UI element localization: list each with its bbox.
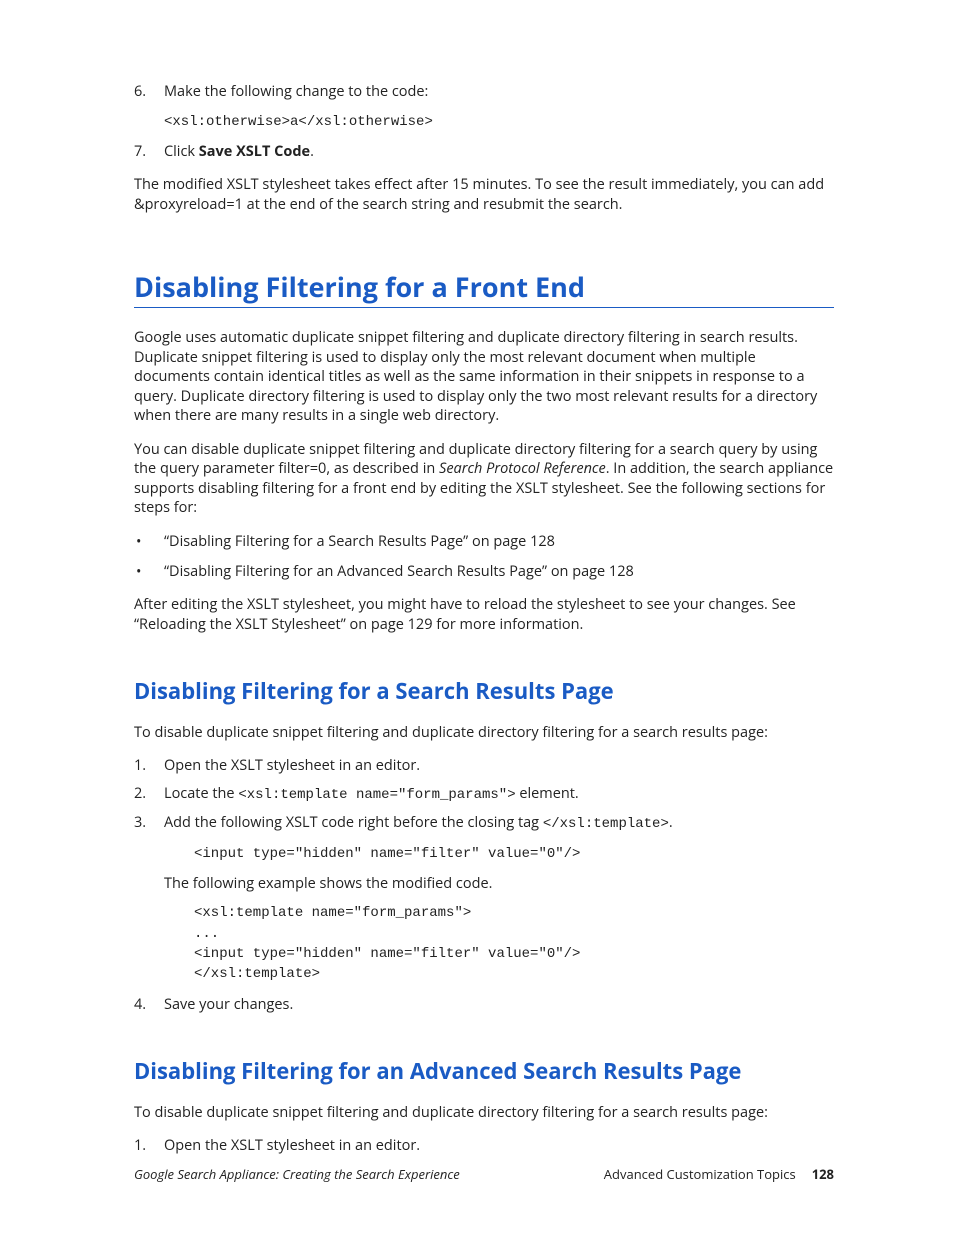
footer-left: Google Search Appliance: Creating the Se… [134, 1165, 460, 1183]
list-body: Save your changes. [164, 995, 834, 1015]
list-item: 3. Add the following XSLT code right bef… [134, 813, 834, 834]
paragraph: The modified XSLT stylesheet takes effec… [134, 175, 834, 214]
text: . [669, 813, 673, 832]
bullet-text: “Disabling Filtering for a Search Result… [164, 532, 555, 552]
list-body: Click Save XSLT Code. [164, 142, 834, 162]
code-block: <xsl:template name="form_params"> ... <i… [194, 903, 834, 984]
list-body: Make the following change to the code: [164, 82, 834, 102]
footer-section: Advanced Customization Topics [604, 1165, 796, 1183]
page-footer: Google Search Appliance: Creating the Se… [134, 1165, 834, 1183]
paragraph: Google uses automatic duplicate snippet … [134, 328, 834, 426]
text: . [310, 142, 314, 161]
text: Locate the [164, 784, 238, 803]
code-block: <input type="hidden" name="filter" value… [194, 844, 834, 864]
bullet-mark: • [134, 562, 164, 582]
list-number: 4. [134, 995, 164, 1015]
list-item: 6. Make the following change to the code… [134, 82, 834, 102]
list-body: Open the XSLT stylesheet in an editor. [164, 756, 834, 776]
list-number: 6. [134, 82, 164, 102]
bold-text: Save XSLT Code [199, 142, 310, 161]
code-inline: </xsl:template> [543, 816, 669, 832]
list-number: 1. [134, 1136, 164, 1156]
heading-2: Disabling Filtering for a Search Results… [134, 678, 834, 704]
code-block: <xsl:otherwise>a</xsl:otherwise> [164, 112, 834, 132]
list-number: 1. [134, 756, 164, 776]
bullet-mark: • [134, 532, 164, 552]
page-number: 128 [812, 1165, 834, 1183]
bullet-item: • “Disabling Filtering for a Search Resu… [134, 532, 834, 552]
bullet-item: • “Disabling Filtering for an Advanced S… [134, 562, 834, 582]
bullet-text: “Disabling Filtering for an Advanced Sea… [164, 562, 634, 582]
list-item: 2. Locate the <xsl:template name="form_p… [134, 784, 834, 805]
sub-paragraph: The following example shows the modified… [164, 874, 834, 894]
list-number: 2. [134, 784, 164, 805]
list-number: 3. [134, 813, 164, 834]
paragraph: To disable duplicate snippet filtering a… [134, 723, 834, 743]
page-content: 6. Make the following change to the code… [0, 0, 954, 1156]
list-item: 1. Open the XSLT stylesheet in an editor… [134, 756, 834, 776]
bullet-list: • “Disabling Filtering for a Search Resu… [134, 532, 834, 581]
italic-text: Search Protocol Reference [439, 459, 606, 478]
section-rule [134, 307, 834, 308]
code-inline: <xsl:template name="form_params"> [238, 787, 515, 803]
paragraph: After editing the XSLT stylesheet, you m… [134, 595, 834, 634]
text: Click [164, 142, 199, 161]
heading-2: Disabling Filtering for an Advanced Sear… [134, 1058, 834, 1084]
paragraph: To disable duplicate snippet filtering a… [134, 1103, 834, 1123]
list-number: 7. [134, 142, 164, 162]
list-body: Open the XSLT stylesheet in an editor. [164, 1136, 834, 1156]
paragraph: You can disable duplicate snippet filter… [134, 440, 834, 518]
heading-1: Disabling Filtering for a Front End [134, 271, 834, 303]
list-body: Add the following XSLT code right before… [164, 813, 834, 834]
list-item: 4. Save your changes. [134, 995, 834, 1015]
text: Add the following XSLT code right before… [164, 813, 543, 832]
footer-right: Advanced Customization Topics 128 [604, 1165, 834, 1183]
text: element. [516, 784, 579, 803]
list-item: 7. Click Save XSLT Code. [134, 142, 834, 162]
list-item: 1. Open the XSLT stylesheet in an editor… [134, 1136, 834, 1156]
list-body: Locate the <xsl:template name="form_para… [164, 784, 834, 805]
